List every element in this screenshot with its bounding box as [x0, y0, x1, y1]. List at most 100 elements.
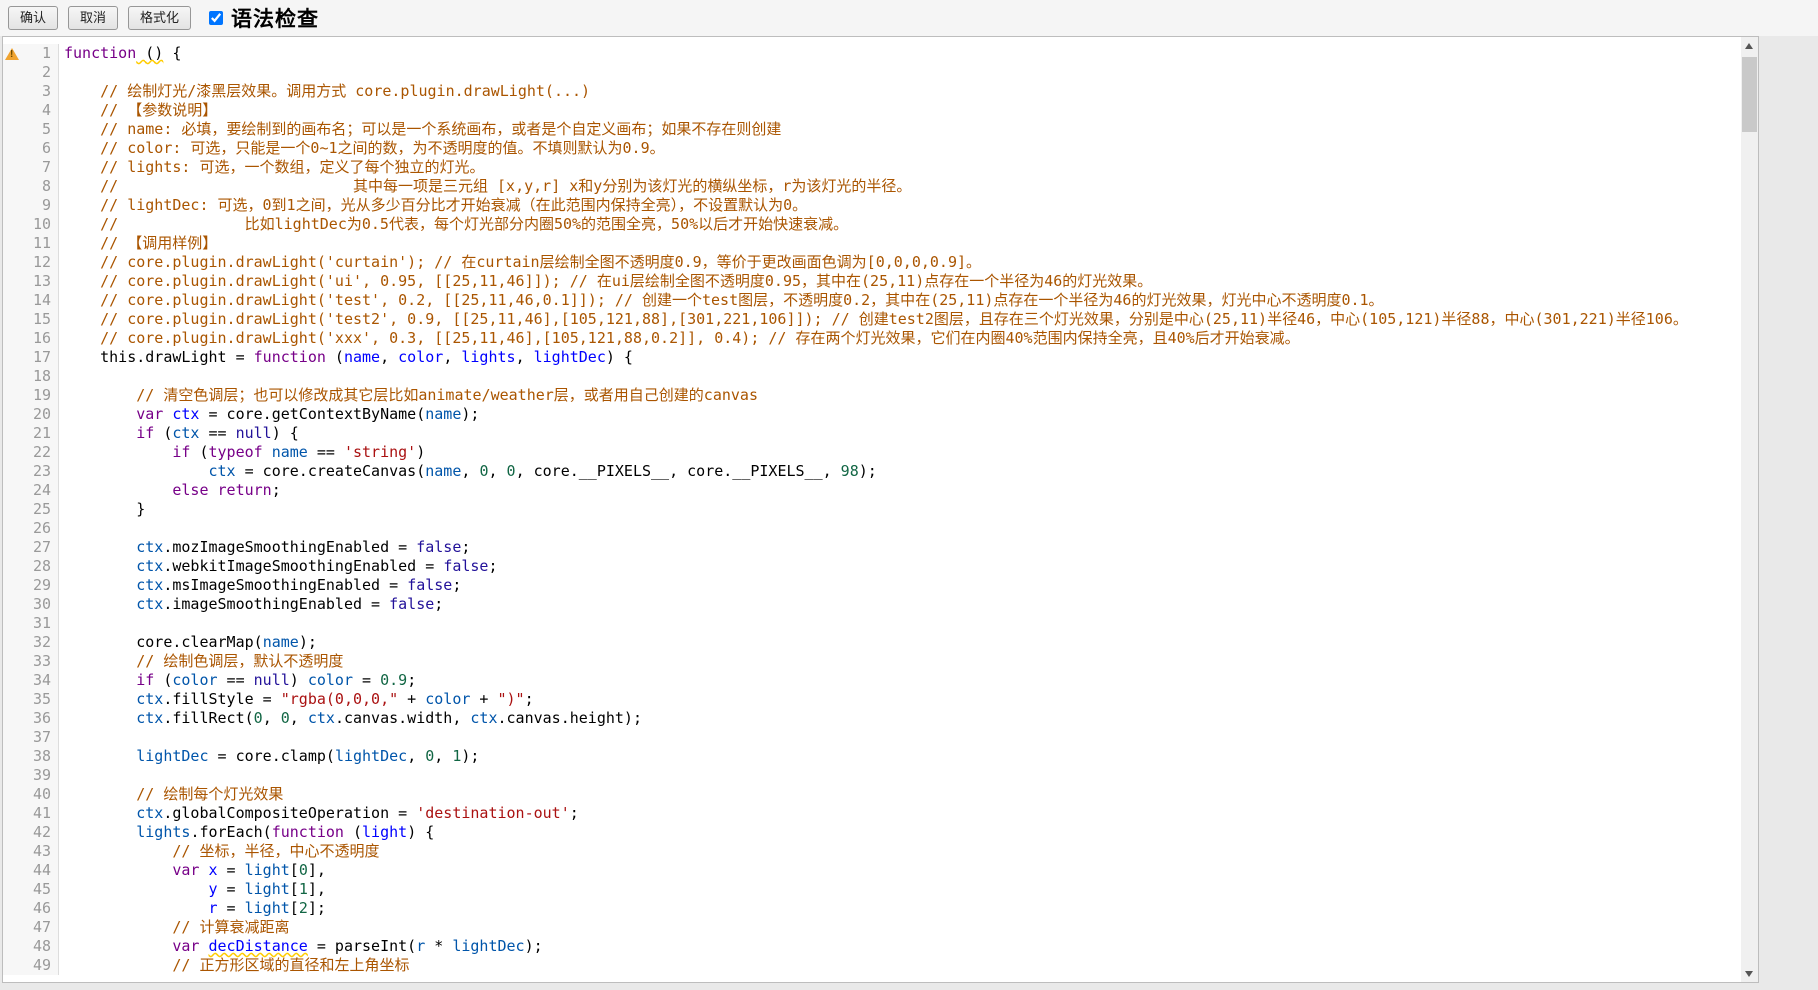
scroll-up-button[interactable] [1741, 37, 1758, 54]
lint-gutter-cell [3, 880, 21, 899]
code-line[interactable]: 20 var ctx = core.getContextByName(name)… [3, 405, 1741, 424]
line-number: 9 [21, 196, 59, 215]
code-line[interactable]: 7 // lights: 可选，一个数组，定义了每个独立的灯光。 [3, 158, 1741, 177]
code-line[interactable]: 3 // 绘制灯光/漆黑层效果。调用方式 core.plugin.drawLig… [3, 82, 1741, 101]
code-line[interactable]: 21 if (ctx == null) { [3, 424, 1741, 443]
code-line[interactable]: 38 lightDec = core.clamp(lightDec, 0, 1)… [3, 747, 1741, 766]
arrow-up-icon [1745, 43, 1753, 49]
code-line[interactable]: 37 [3, 728, 1741, 747]
code-line[interactable]: 9 // lightDec: 可选，0到1之间，光从多少百分比才开始衰减（在此范… [3, 196, 1741, 215]
line-number: 37 [21, 728, 59, 747]
code-line[interactable]: 16 // core.plugin.drawLight('xxx', 0.3, … [3, 329, 1741, 348]
code-lines[interactable]: 1function () {23 // 绘制灯光/漆黑层效果。调用方式 core… [3, 37, 1741, 982]
code-line[interactable]: 45 y = light[1], [3, 880, 1741, 899]
code-line[interactable]: 23 ctx = core.createCanvas(name, 0, 0, c… [3, 462, 1741, 481]
code-line[interactable]: 19 // 清空色调层；也可以修改成其它层比如animate/weather层，… [3, 386, 1741, 405]
line-number: 36 [21, 709, 59, 728]
line-number: 38 [21, 747, 59, 766]
lint-gutter-cell [3, 405, 21, 424]
code-line[interactable]: 42 lights.forEach(function (light) { [3, 823, 1741, 842]
code-line[interactable]: 5 // name: 必填，要绘制到的画布名；可以是一个系统画布，或者是个自定义… [3, 120, 1741, 139]
vertical-scrollbar[interactable] [1741, 37, 1758, 982]
code-line-text: core.clearMap(name); [59, 633, 1741, 652]
line-number: 23 [21, 462, 59, 481]
format-button[interactable]: 格式化 [128, 6, 191, 30]
lint-gutter-cell [3, 329, 21, 348]
code-line-text: function () { [59, 44, 1741, 63]
code-line[interactable]: 41 ctx.globalCompositeOperation = 'desti… [3, 804, 1741, 823]
code-line-text [59, 63, 1741, 82]
code-line[interactable]: 25 } [3, 500, 1741, 519]
line-number: 7 [21, 158, 59, 177]
code-line-text: var x = light[0], [59, 861, 1741, 880]
code-line[interactable]: 4 // 【参数说明】 [3, 101, 1741, 120]
lint-gutter-cell [3, 177, 21, 196]
code-line[interactable]: 33 // 绘制色调层，默认不透明度 [3, 652, 1741, 671]
code-line[interactable]: 47 // 计算衰减距离 [3, 918, 1741, 937]
cancel-button[interactable]: 取消 [68, 6, 118, 30]
line-number: 22 [21, 443, 59, 462]
line-number: 40 [21, 785, 59, 804]
code-line[interactable]: 48 var decDistance = parseInt(r * lightD… [3, 937, 1741, 956]
code-line[interactable]: 14 // core.plugin.drawLight('test', 0.2,… [3, 291, 1741, 310]
code-line-text [59, 367, 1741, 386]
scroll-down-button[interactable] [1741, 965, 1758, 982]
lint-gutter-cell [3, 500, 21, 519]
syntax-check-checkbox[interactable] [209, 11, 223, 25]
code-line-text: // 正方形区域的直径和左上角坐标 [59, 956, 1741, 975]
code-line[interactable]: 40 // 绘制每个灯光效果 [3, 785, 1741, 804]
code-line[interactable]: 44 var x = light[0], [3, 861, 1741, 880]
line-number: 16 [21, 329, 59, 348]
line-number: 39 [21, 766, 59, 785]
code-line[interactable]: 24 else return; [3, 481, 1741, 500]
code-line[interactable]: 43 // 坐标，半径，中心不透明度 [3, 842, 1741, 861]
line-number: 11 [21, 234, 59, 253]
code-line[interactable]: 1function () { [3, 44, 1741, 63]
lint-gutter-cell [3, 538, 21, 557]
code-line[interactable]: 34 if (color == null) color = 0.9; [3, 671, 1741, 690]
code-line[interactable]: 28 ctx.webkitImageSmoothingEnabled = fal… [3, 557, 1741, 576]
code-line[interactable]: 10 // 比如lightDec为0.5代表，每个灯光部分内圈50%的范围全亮，… [3, 215, 1741, 234]
code-line[interactable]: 46 r = light[2]; [3, 899, 1741, 918]
code-line[interactable]: 22 if (typeof name == 'string') [3, 443, 1741, 462]
code-line[interactable]: 17 this.drawLight = function (name, colo… [3, 348, 1741, 367]
line-number: 49 [21, 956, 59, 975]
code-line[interactable]: 49 // 正方形区域的直径和左上角坐标 [3, 956, 1741, 975]
code-line-text: if (typeof name == 'string') [59, 443, 1741, 462]
code-line-text: ctx = core.createCanvas(name, 0, 0, core… [59, 462, 1741, 481]
code-line[interactable]: 27 ctx.mozImageSmoothingEnabled = false; [3, 538, 1741, 557]
code-line[interactable]: 15 // core.plugin.drawLight('test2', 0.9… [3, 310, 1741, 329]
line-number: 13 [21, 272, 59, 291]
line-number: 17 [21, 348, 59, 367]
lint-gutter-cell [3, 443, 21, 462]
line-number: 8 [21, 177, 59, 196]
code-line-text: // lights: 可选，一个数组，定义了每个独立的灯光。 [59, 158, 1741, 177]
code-line[interactable]: 12 // core.plugin.drawLight('curtain'); … [3, 253, 1741, 272]
code-line[interactable]: 8 // 其中每一项是三元组 [x,y,r] x和y分别为该灯光的横纵坐标，r为… [3, 177, 1741, 196]
code-line[interactable]: 30 ctx.imageSmoothingEnabled = false; [3, 595, 1741, 614]
code-line[interactable]: 35 ctx.fillStyle = "rgba(0,0,0," + color… [3, 690, 1741, 709]
code-line-text: var ctx = core.getContextByName(name); [59, 405, 1741, 424]
code-line[interactable]: 29 ctx.msImageSmoothingEnabled = false; [3, 576, 1741, 595]
code-line[interactable]: 26 [3, 519, 1741, 538]
code-editor[interactable]: 1function () {23 // 绘制灯光/漆黑层效果。调用方式 core… [2, 36, 1759, 983]
code-line[interactable]: 6 // color: 可选，只能是一个0~1之间的数，为不透明度的值。不填则默… [3, 139, 1741, 158]
lint-gutter-cell [3, 234, 21, 253]
code-line[interactable]: 36 ctx.fillRect(0, 0, ctx.canvas.width, … [3, 709, 1741, 728]
code-line[interactable]: 11 // 【调用样例】 [3, 234, 1741, 253]
lint-gutter-cell [3, 937, 21, 956]
lint-gutter-cell [3, 291, 21, 310]
confirm-button[interactable]: 确认 [8, 6, 58, 30]
code-line-text: // 比如lightDec为0.5代表，每个灯光部分内圈50%的范围全亮，50%… [59, 215, 1741, 234]
code-line[interactable]: 2 [3, 63, 1741, 82]
lint-gutter-cell [3, 196, 21, 215]
code-line-text: y = light[1], [59, 880, 1741, 899]
code-line[interactable]: 39 [3, 766, 1741, 785]
code-line-text [59, 728, 1741, 747]
code-line-text: // color: 可选，只能是一个0~1之间的数，为不透明度的值。不填则默认为… [59, 139, 1741, 158]
scrollbar-thumb[interactable] [1742, 57, 1757, 132]
code-line[interactable]: 18 [3, 367, 1741, 386]
code-line[interactable]: 13 // core.plugin.drawLight('ui', 0.95, … [3, 272, 1741, 291]
code-line[interactable]: 31 [3, 614, 1741, 633]
code-line[interactable]: 32 core.clearMap(name); [3, 633, 1741, 652]
